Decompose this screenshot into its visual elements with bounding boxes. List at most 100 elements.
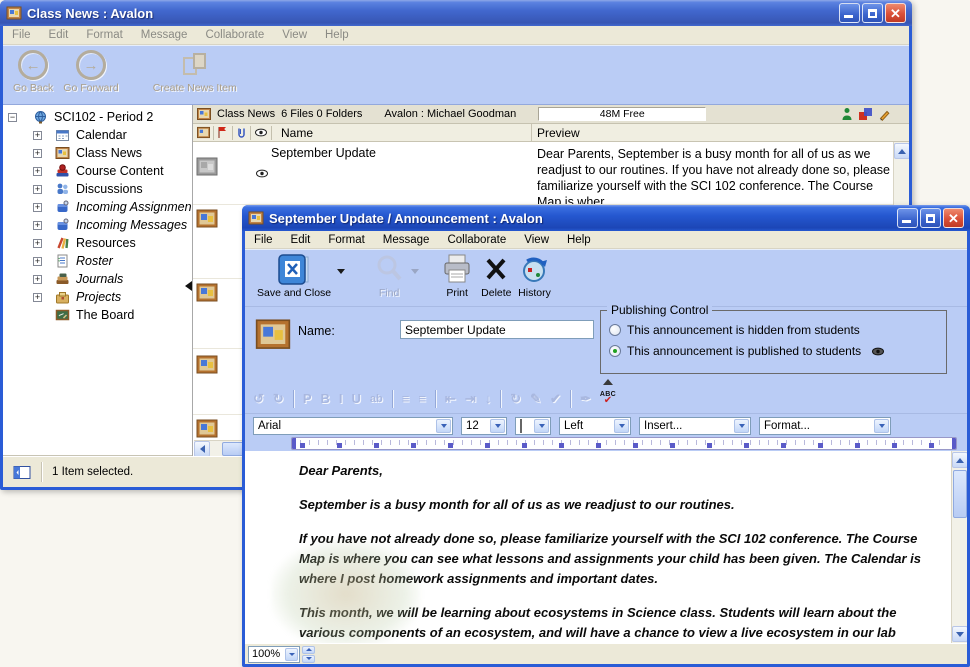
close-button[interactable]: ✕ — [943, 208, 964, 228]
expand-icon[interactable]: + — [33, 131, 42, 140]
outdent-icon[interactable]: ⇤ — [445, 391, 456, 407]
save-and-close-button[interactable]: Save and Close — [257, 253, 331, 299]
go-forward-button[interactable]: → Go Forward — [63, 50, 118, 94]
name-input[interactable] — [400, 320, 594, 339]
menu-message[interactable]: Message — [132, 27, 197, 43]
announcement-body-editor[interactable]: Dear Parents, September is a busy month … — [245, 451, 967, 643]
expand-icon[interactable]: + — [33, 293, 42, 302]
tree-item-discussions[interactable]: + Discussions — [3, 180, 192, 198]
revert-icon[interactable]: ↻ — [510, 391, 521, 407]
expand-icon[interactable]: + — [33, 167, 42, 176]
create-news-item-button[interactable]: Create News Item — [153, 50, 237, 94]
print-button[interactable]: Print — [441, 253, 473, 299]
radio-selected-icon[interactable] — [609, 345, 621, 357]
splitter-collapse-icon[interactable] — [185, 281, 192, 291]
tree-item-journals[interactable]: + Journals — [3, 270, 192, 288]
bold-icon[interactable]: B — [320, 391, 329, 406]
tree-item-roster[interactable]: + Roster — [3, 252, 192, 270]
spin-down-button[interactable] — [302, 655, 315, 663]
radio-hidden-from-students[interactable]: This announcement is hidden from student… — [609, 323, 860, 337]
class-news-titlebar[interactable]: Class News : Avalon ✕ — [0, 0, 912, 26]
menu-view[interactable]: View — [273, 27, 316, 43]
menu-edit[interactable]: Edit — [282, 232, 320, 248]
tree-item-the-board[interactable]: The Board — [3, 306, 192, 324]
find-options-dropdown-icon[interactable] — [411, 269, 419, 274]
plain-icon[interactable]: P — [303, 391, 312, 406]
approve-icon[interactable]: ✔ — [550, 391, 561, 407]
save-options-dropdown-icon[interactable] — [337, 269, 345, 274]
form-collapse-handle-icon[interactable] — [603, 379, 613, 385]
announcement-icon[interactable] — [196, 282, 218, 304]
bullet-list-icon[interactable]: ≡ — [402, 391, 410, 406]
tree-item-projects[interactable]: + Projects — [3, 288, 192, 306]
align-select[interactable]: Left — [559, 417, 631, 435]
ruler[interactable] — [291, 437, 957, 450]
font-size-select[interactable]: 12 — [461, 417, 507, 435]
scrollbar-thumb[interactable] — [953, 470, 967, 518]
font-select[interactable]: Arial — [253, 417, 453, 435]
expand-icon[interactable]: + — [33, 275, 42, 284]
item-type-column-icon[interactable] — [197, 126, 210, 139]
format-select[interactable]: Format... — [759, 417, 891, 435]
undo-icon[interactable]: ↺ — [253, 391, 264, 407]
close-button[interactable]: ✕ — [885, 3, 906, 23]
menu-message[interactable]: Message — [374, 232, 439, 248]
menu-help[interactable]: Help — [558, 232, 600, 248]
attachment-column-icon[interactable] — [236, 126, 247, 139]
spin-up-button[interactable] — [302, 646, 315, 654]
tree-root-sci102[interactable]: − SCI102 - Period 2 — [3, 108, 192, 126]
tree-item-incoming-assignments[interactable]: + Incoming Assignments — [3, 198, 192, 216]
collapse-icon[interactable]: − — [8, 113, 17, 122]
tree-item-incoming-messages[interactable]: + Incoming Messages — [3, 216, 192, 234]
menu-view[interactable]: View — [515, 232, 558, 248]
go-back-button[interactable]: ← Go Back — [13, 50, 53, 94]
expand-icon[interactable]: + — [33, 149, 42, 158]
underline-icon[interactable]: U — [352, 391, 361, 406]
maximize-button[interactable] — [920, 208, 941, 228]
radio-unselected-icon[interactable] — [609, 324, 621, 336]
flag-column-icon[interactable] — [217, 126, 229, 139]
tree-item-class-news[interactable]: + Class News — [3, 144, 192, 162]
history-button[interactable]: History — [518, 253, 552, 299]
list-row-september-update[interactable]: September Update Dear Parents, September… — [193, 144, 909, 202]
editor-vertical-scrollbar[interactable] — [951, 451, 967, 643]
menu-format[interactable]: Format — [77, 27, 131, 43]
menu-collaborate[interactable]: Collaborate — [196, 27, 273, 43]
delete-button[interactable]: Delete — [481, 253, 511, 299]
indent-icon[interactable]: ⇥ — [465, 391, 476, 407]
menu-file[interactable]: File — [245, 232, 282, 248]
insert-below-icon[interactable]: ↓ — [485, 391, 492, 406]
menu-format[interactable]: Format — [319, 232, 373, 248]
column-header-name[interactable]: Name — [281, 126, 313, 140]
menu-collaborate[interactable]: Collaborate — [438, 232, 515, 248]
find-button[interactable]: Find — [373, 253, 405, 299]
announcement-titlebar[interactable]: September Update / Announcement : Avalon… — [242, 205, 970, 231]
scroll-up-button[interactable] — [952, 452, 967, 468]
announcement-icon[interactable] — [196, 418, 218, 440]
insert-select[interactable]: Insert... — [639, 417, 751, 435]
signature-icon[interactable]: ✒ — [580, 391, 591, 407]
scroll-up-button[interactable] — [894, 143, 909, 159]
menu-edit[interactable]: Edit — [40, 27, 78, 43]
menu-help[interactable]: Help — [316, 27, 358, 43]
eye-column-icon[interactable] — [254, 127, 268, 138]
tree-item-course-content[interactable]: + Course Content — [3, 162, 192, 180]
minimize-button[interactable] — [839, 3, 860, 23]
tree-item-calendar[interactable]: + Calendar — [3, 126, 192, 144]
scroll-left-button[interactable] — [194, 441, 210, 456]
menu-file[interactable]: File — [3, 27, 40, 43]
panel-layout-icon[interactable] — [13, 465, 31, 480]
expand-icon[interactable]: + — [33, 257, 42, 266]
announcement-icon[interactable] — [196, 208, 218, 230]
expand-icon[interactable]: + — [33, 221, 42, 230]
font-color-select[interactable] — [515, 417, 551, 435]
expand-icon[interactable]: + — [33, 203, 42, 212]
scroll-down-button[interactable] — [952, 626, 967, 642]
expand-icon[interactable]: + — [33, 239, 42, 248]
redo-icon[interactable]: ↻ — [273, 391, 284, 407]
italic-icon[interactable]: I — [339, 391, 343, 406]
maximize-button[interactable] — [862, 3, 883, 23]
expand-icon[interactable]: + — [33, 185, 42, 194]
zoom-select[interactable]: 100% — [248, 646, 300, 663]
radio-published-to-students[interactable]: This announcement is published to studen… — [609, 344, 885, 358]
